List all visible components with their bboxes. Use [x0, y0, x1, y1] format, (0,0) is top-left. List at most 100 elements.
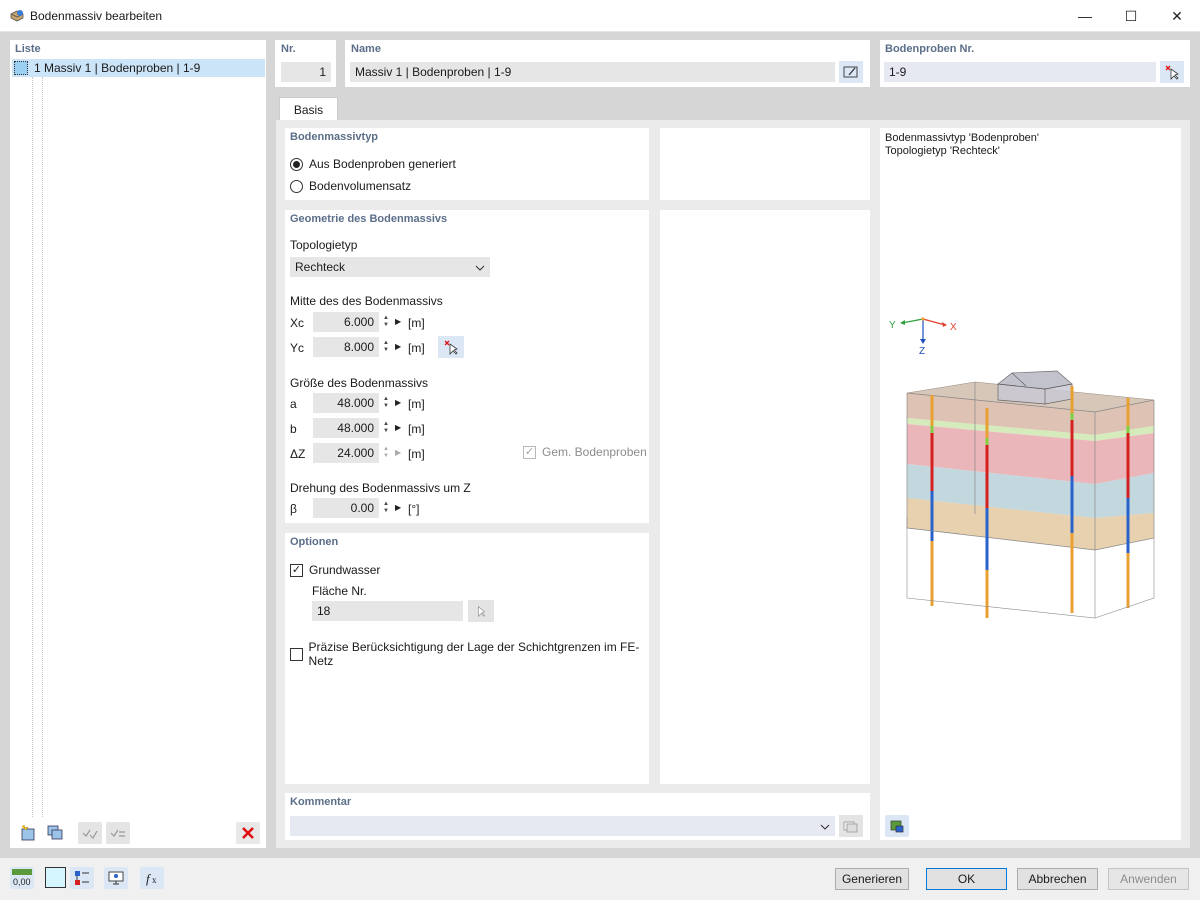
name-label: Name	[351, 43, 381, 55]
copy-item-icon[interactable]	[43, 822, 67, 844]
ok-button[interactable]: OK	[926, 868, 1007, 890]
precise-boundaries-checkbox[interactable]: Präzise Berücksichtigung der Lage der Sc…	[290, 640, 649, 668]
soil-massif-preview: X Y Z	[889, 317, 1155, 619]
list-item[interactable]: 1 Massiv 1 | Bodenproben | 1-9	[12, 59, 265, 77]
new-item-icon[interactable]	[15, 822, 39, 844]
xc-input[interactable]: 6.000	[313, 312, 379, 332]
delete-icon[interactable]	[236, 822, 260, 844]
radio-generated[interactable]: Aus Bodenproben generiert	[290, 157, 456, 171]
xc-menu-arrow[interactable]: ▶	[395, 317, 401, 326]
tree-guide-line	[32, 77, 33, 817]
pick-surface-button[interactable]	[468, 600, 494, 622]
comment-input[interactable]	[290, 816, 835, 836]
options-section: Optionen ✓ Grundwasser Fläche Nr. 18 Prä…	[285, 533, 649, 784]
yc-unit: [m]	[408, 341, 425, 355]
chevron-down-icon	[820, 819, 830, 833]
yc-spinner[interactable]: ▲ ▼	[381, 337, 391, 357]
gem-samples-check-indicator: ✓	[523, 445, 536, 459]
svg-text:x: x	[152, 875, 157, 885]
a-input[interactable]: 48.000	[313, 393, 379, 413]
samples-field[interactable]: 1-9	[884, 62, 1156, 82]
radio-volume-set[interactable]: Bodenvolumensatz	[290, 179, 411, 193]
nr-field[interactable]: 1	[281, 62, 331, 82]
radio-volume-set-indicator[interactable]	[290, 179, 303, 193]
edit-name-button[interactable]	[839, 61, 863, 83]
samples-panel: Bodenproben Nr. 1-9	[880, 40, 1190, 87]
massif-color-swatch	[14, 61, 28, 75]
cancel-button[interactable]: Abbrechen	[1017, 868, 1098, 890]
groundwater-check-indicator[interactable]: ✓	[290, 563, 303, 577]
pick-center-button[interactable]	[438, 336, 464, 358]
preview-settings-icon[interactable]	[885, 815, 909, 837]
color-swatch-button[interactable]	[45, 867, 66, 888]
list-header: Liste	[15, 43, 41, 55]
pick-samples-button[interactable]	[1160, 61, 1184, 83]
minimize-button[interactable]: —	[1062, 0, 1108, 32]
a-menu-arrow[interactable]: ▶	[395, 398, 401, 407]
size-label: Größe des Bodenmassivs	[290, 376, 429, 390]
comment-library-button[interactable]	[839, 815, 863, 837]
yc-menu-arrow[interactable]: ▶	[395, 342, 401, 351]
tree-guide-line	[42, 77, 43, 817]
units-button[interactable]: 0,00	[10, 867, 34, 889]
beta-spinner[interactable]: ▲ ▼	[381, 498, 391, 518]
center-label: Mitte des des Bodenmassivs	[290, 294, 443, 308]
rotation-label: Drehung des Bodenmassivs um Z	[290, 481, 471, 495]
surface-label: Fläche Nr.	[312, 584, 367, 598]
name-field[interactable]: Massiv 1 | Bodenproben | 1-9	[350, 62, 835, 82]
units-label: 0,00	[13, 877, 31, 887]
a-unit: [m]	[408, 397, 425, 411]
preview-panel: Bodenmassivtyp 'Bodenproben' Topologiety…	[880, 128, 1181, 840]
beta-label: β	[290, 502, 297, 516]
beta-menu-arrow[interactable]: ▶	[395, 503, 401, 512]
b-spinner[interactable]: ▲ ▼	[381, 418, 391, 438]
radio-volume-set-label: Bodenvolumensatz	[309, 179, 412, 193]
gem-samples-label: Gem. Bodenproben	[542, 445, 647, 459]
axis-z-label: Z	[919, 346, 925, 357]
maximize-button[interactable]: ☐	[1108, 0, 1154, 32]
groundwater-checkbox[interactable]: ✓ Grundwasser	[290, 563, 380, 577]
beta-input[interactable]: 0.00	[313, 498, 379, 518]
dz-input: 24.000	[313, 443, 379, 463]
generate-button[interactable]: Generieren	[835, 868, 909, 890]
uncheck-icon[interactable]	[106, 822, 130, 844]
radio-generated-label: Aus Bodenproben generiert	[309, 157, 456, 171]
chevron-down-icon	[475, 260, 485, 274]
tab-basis-label: Basis	[293, 102, 324, 117]
nr-label: Nr.	[281, 43, 296, 55]
title-bar: Bodenmassiv bearbeiten — ☐ ✕	[0, 0, 1200, 32]
topology-label: Topologietyp	[290, 238, 358, 252]
axis-y-label: Y	[889, 320, 896, 331]
beta-unit: [°]	[408, 502, 420, 516]
b-menu-arrow[interactable]: ▶	[395, 423, 401, 432]
empty-panel-middle	[660, 210, 870, 784]
surface-input[interactable]: 18	[312, 601, 463, 621]
geometry-title: Geometrie des Bodenmassivs	[290, 213, 448, 225]
precise-boundaries-label: Präzise Berücksichtigung der Lage der Sc…	[308, 640, 640, 668]
close-button[interactable]: ✕	[1154, 0, 1200, 32]
b-unit: [m]	[408, 422, 425, 436]
a-spinner[interactable]: ▲ ▼	[381, 393, 391, 413]
massif-type-title: Bodenmassivtyp	[290, 131, 379, 143]
precise-boundaries-check-indicator[interactable]	[290, 647, 303, 661]
list-item-label: 1 Massiv 1 | Bodenproben | 1-9	[34, 61, 201, 75]
radio-generated-indicator[interactable]	[290, 157, 303, 171]
formula-icon[interactable]: fx	[140, 867, 164, 889]
b-input[interactable]: 48.000	[313, 418, 379, 438]
check-all-icon[interactable]	[78, 822, 102, 844]
options-title: Optionen	[290, 536, 339, 548]
comment-title: Kommentar	[290, 796, 352, 808]
building-icon	[997, 370, 1073, 405]
yc-input[interactable]: 8.000	[313, 337, 379, 357]
groundwater-label: Grundwasser	[309, 563, 381, 577]
axis-x-label: X	[950, 322, 957, 333]
topology-value: Rechteck	[295, 260, 346, 274]
tree-view-icon[interactable]	[70, 867, 94, 889]
dz-menu-arrow: ▶	[395, 448, 402, 457]
display-icon[interactable]	[104, 867, 128, 889]
tab-basis[interactable]: Basis	[279, 97, 338, 121]
apply-button[interactable]: Anwenden	[1108, 868, 1189, 890]
topology-select[interactable]: Rechteck	[290, 257, 490, 277]
dz-spinner: ▲ ▼	[383, 446, 389, 459]
xc-spinner[interactable]: ▲ ▼	[381, 312, 391, 332]
